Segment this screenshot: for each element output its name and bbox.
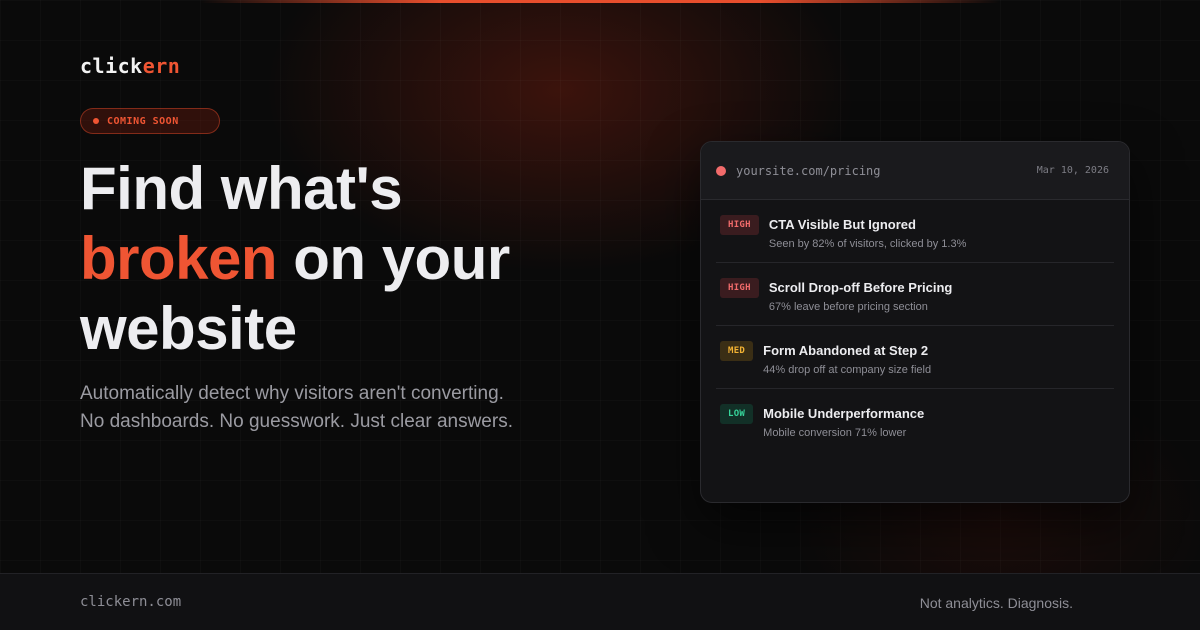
footer-domain-link[interactable]: clickern.com [80,594,181,610]
issue-item[interactable]: HIGH CTA Visible But Ignored Seen by 82%… [716,200,1114,263]
issue-item[interactable]: HIGH Scroll Drop-off Before Pricing 67% … [716,263,1114,326]
issue-text: Mobile Underperformance Mobile conversio… [763,404,924,439]
logo[interactable]: clickern [80,54,180,78]
headline-accent-word: broken [80,225,278,292]
card-date: Mar 10, 2026 [1036,165,1109,176]
hero-headline: Find what's broken on your website [80,154,660,364]
severity-badge: MED [720,341,754,361]
card-url: yoursite.com/pricing [736,163,881,178]
subtitle-line-2: No dashboards. No guesswork. Just clear … [80,411,513,432]
severity-badge: LOW [720,404,754,424]
issue-detail: 67% leave before pricing section [768,301,928,313]
hero-subtitle: Automatically detect why visitors aren't… [80,380,640,436]
top-accent-line [200,0,1000,3]
severity-badge: HIGH [720,215,759,235]
badge-label: COMING SOON [107,115,179,127]
headline-line-2-rest: on your [277,225,510,292]
logo-text-main: click [80,54,143,78]
issue-title: CTA Visible But Ignored [768,217,916,232]
badge-dot-icon [93,118,99,124]
issue-text: CTA Visible But Ignored Seen by 82% of v… [769,215,966,250]
issue-item[interactable]: MED Form Abandoned at Step 2 44% drop of… [716,326,1114,389]
issue-list: HIGH CTA Visible But Ignored Seen by 82%… [701,200,1129,452]
headline-line-3: website [80,295,297,362]
status-dot-icon [716,165,726,176]
card-header: yoursite.com/pricing Mar 10, 2026 [701,142,1129,200]
footer-tagline: Not analytics. Diagnosis. [919,595,1073,611]
issue-text: Scroll Drop-off Before Pricing 67% leave… [769,278,952,313]
severity-badge: HIGH [720,278,759,298]
issue-detail: Mobile conversion 71% lower [763,427,907,439]
issue-title: Mobile Underperformance [763,406,925,421]
issue-item[interactable]: LOW Mobile Underperformance Mobile conve… [716,389,1114,452]
logo-text-accent: ern [142,54,181,78]
issue-text: Form Abandoned at Step 2 44% drop off at… [763,341,931,376]
footer: clickern.com Not analytics. Diagnosis. [0,573,1200,630]
issue-detail: 44% drop off at company size field [763,364,932,376]
coming-soon-badge: COMING SOON [80,108,220,134]
issue-detail: Seen by 82% of visitors, clicked by 1.3% [768,238,967,250]
headline-line-1: Find what's [80,155,403,222]
issue-title: Form Abandoned at Step 2 [763,343,929,358]
diagnosis-preview-card: yoursite.com/pricing Mar 10, 2026 HIGH C… [700,141,1130,503]
subtitle-line-1: Automatically detect why visitors aren't… [80,383,504,404]
issue-title: Scroll Drop-off Before Pricing [768,280,953,295]
